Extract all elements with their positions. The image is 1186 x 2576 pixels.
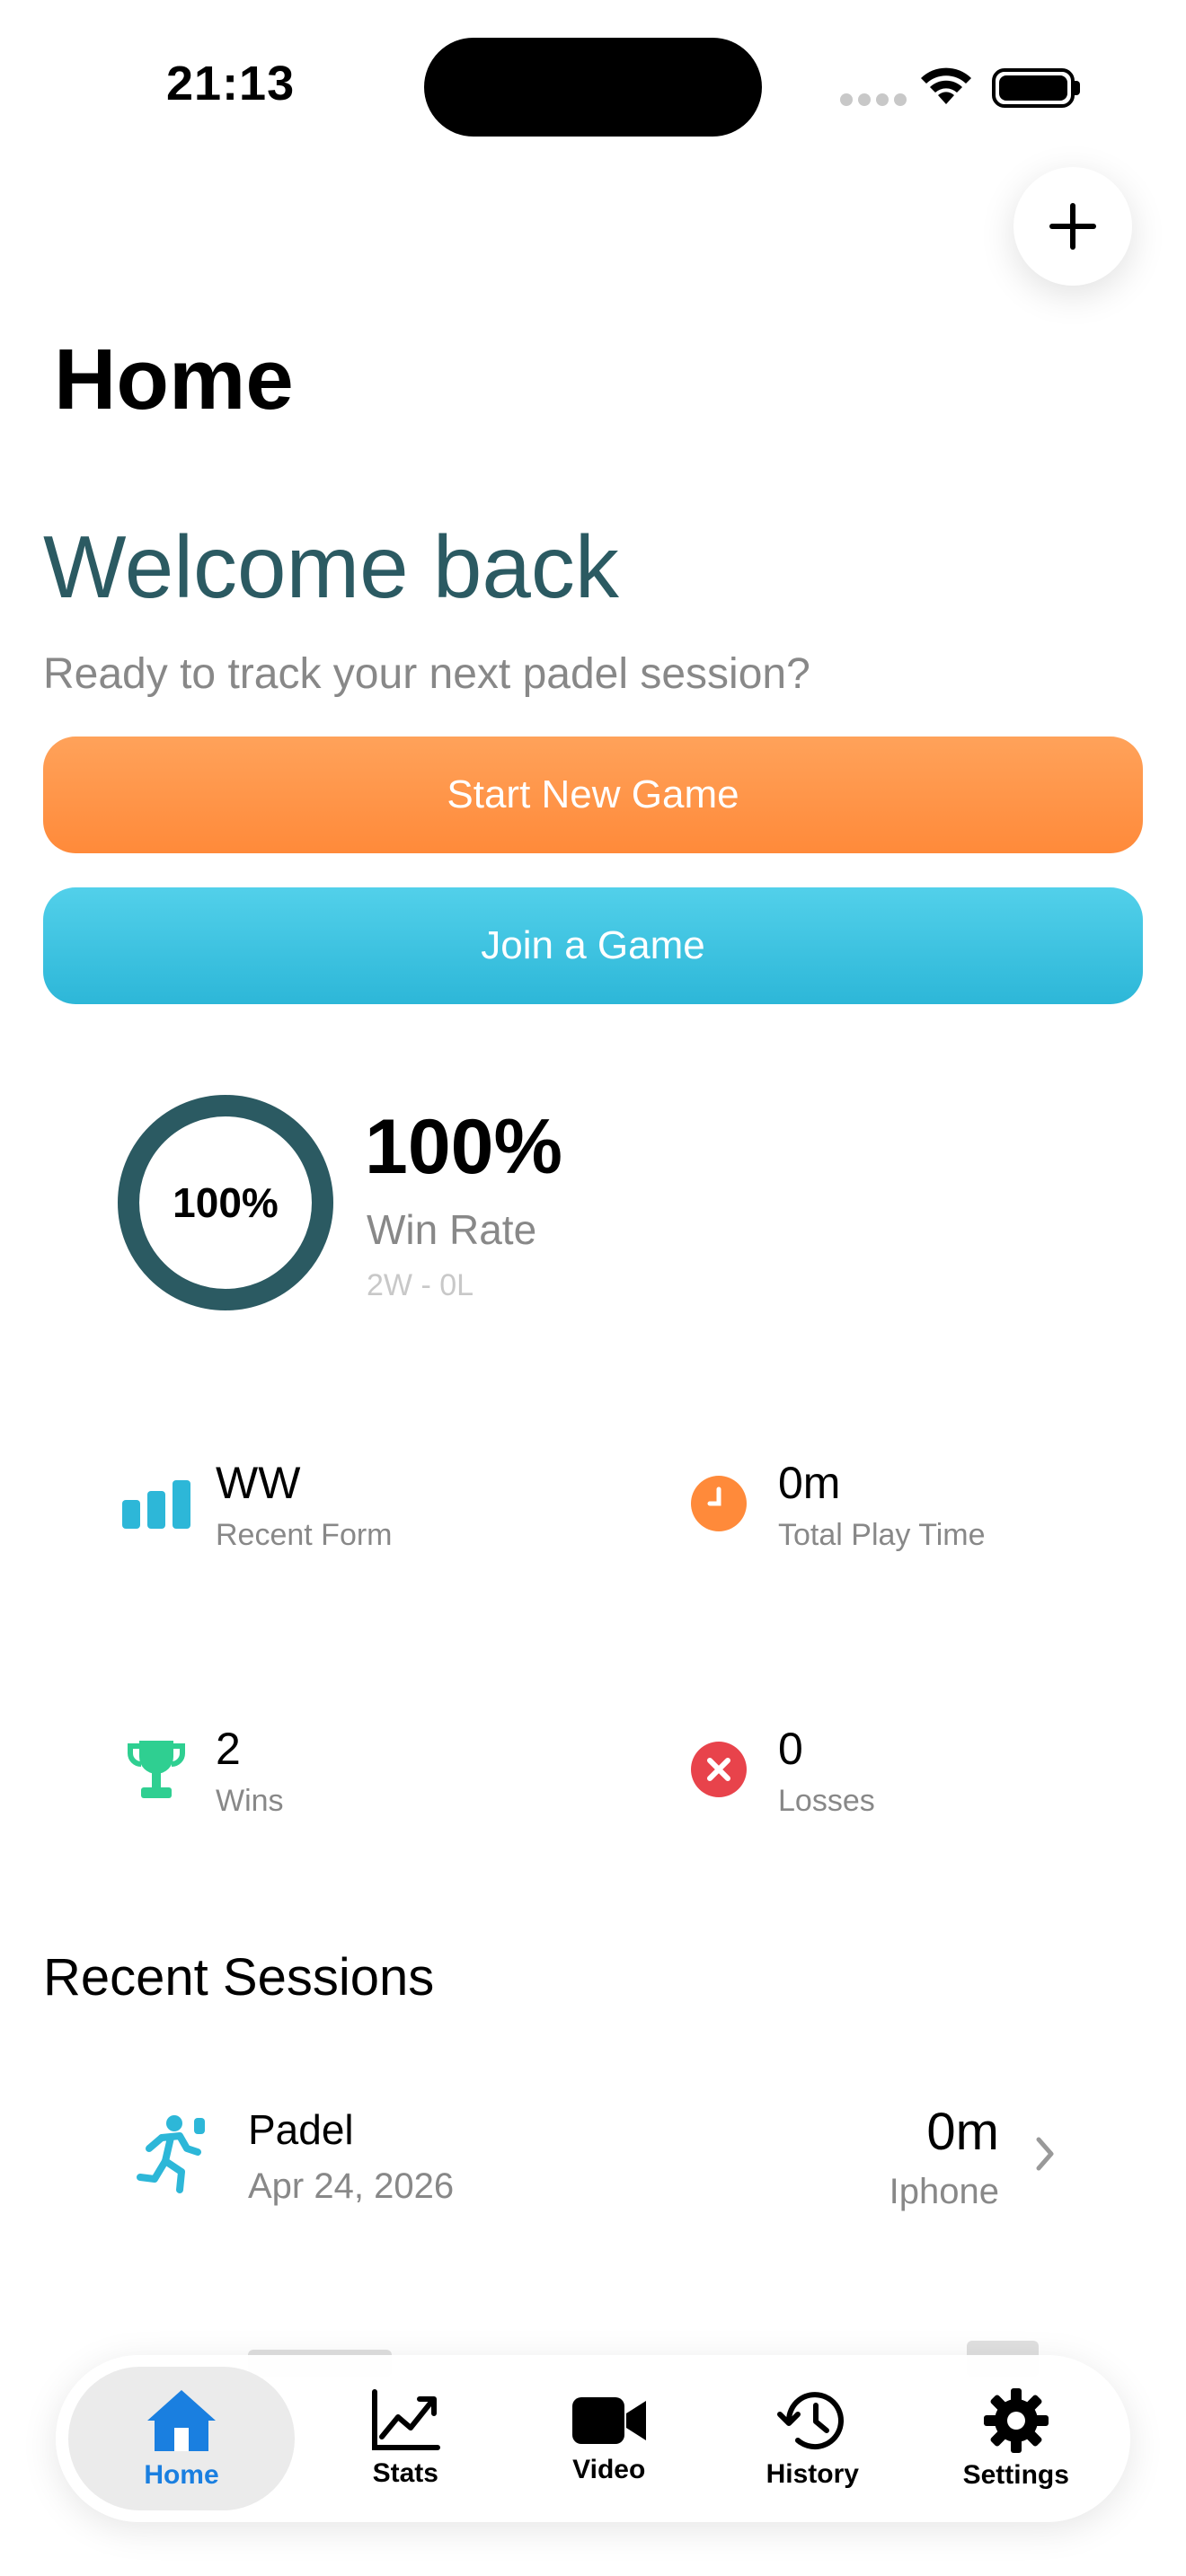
win-rate-value: 100%: [365, 1104, 562, 1190]
page-title: Home: [54, 331, 294, 428]
tab-home[interactable]: Home: [68, 2367, 295, 2510]
house-icon: [147, 2390, 216, 2451]
total-play-time-label: Total Play Time: [778, 1518, 986, 1552]
welcome-subtitle: Ready to track your next padel session?: [43, 650, 810, 698]
recent-form-value: WW: [216, 1458, 301, 1508]
recent-form-label: Recent Form: [216, 1518, 393, 1552]
tab-settings[interactable]: Settings: [915, 2367, 1119, 2510]
battery-icon: [992, 68, 1075, 108]
wifi-icon: [916, 63, 976, 112]
tab-video-label: Video: [572, 2455, 646, 2484]
recent-sessions-title: Recent Sessions: [43, 1948, 435, 2007]
tab-stats-label: Stats: [372, 2458, 438, 2488]
losses-label: Losses: [778, 1784, 875, 1818]
start-new-game-button[interactable]: Start New Game: [43, 737, 1143, 853]
win-rate-ring-label: 100%: [173, 1179, 279, 1226]
win-loss-record: 2W - 0L: [367, 1268, 474, 1302]
session-source: Iphone: [889, 2172, 999, 2211]
dynamic-island: [424, 38, 762, 137]
wins-value: 2: [216, 1724, 241, 1774]
bar-chart-icon: [120, 1468, 192, 1539]
wins-label: Wins: [216, 1784, 284, 1818]
chevron-right-icon: [1031, 2134, 1058, 2178]
status-time: 21:13: [166, 57, 296, 110]
tab-video[interactable]: Video: [508, 2367, 712, 2510]
x-circle-icon: [683, 1734, 755, 1805]
trophy-icon: [120, 1734, 192, 1805]
tab-stats[interactable]: Stats: [304, 2367, 508, 2510]
history-clock-icon: [777, 2392, 845, 2450]
session-name: Padel: [248, 2106, 354, 2153]
plus-icon: [1049, 203, 1096, 250]
win-rate-label: Win Rate: [367, 1206, 537, 1253]
cellular-signal-icon: [840, 93, 907, 106]
losses-value: 0: [778, 1724, 803, 1774]
session-date: Apr 24, 2026: [248, 2166, 455, 2206]
tab-settings-label: Settings: [962, 2460, 1069, 2490]
battery-tip: [1075, 81, 1080, 95]
tab-history-label: History: [766, 2459, 859, 2489]
add-button[interactable]: [1013, 167, 1132, 286]
video-camera-icon: [571, 2397, 646, 2444]
clock-icon: [683, 1468, 755, 1539]
session-duration: 0m: [926, 2103, 999, 2161]
welcome-title: Welcome back: [43, 517, 619, 616]
join-game-button[interactable]: Join a Game: [43, 887, 1143, 1004]
chart-line-icon: [372, 2389, 441, 2450]
tab-bar: Home Stats Video History Settings: [56, 2355, 1130, 2522]
total-play-time-value: 0m: [778, 1458, 841, 1508]
tab-history[interactable]: History: [711, 2367, 915, 2510]
tab-home-label: Home: [144, 2460, 219, 2490]
runner-icon: [135, 2113, 208, 2198]
gear-icon: [983, 2388, 1049, 2453]
